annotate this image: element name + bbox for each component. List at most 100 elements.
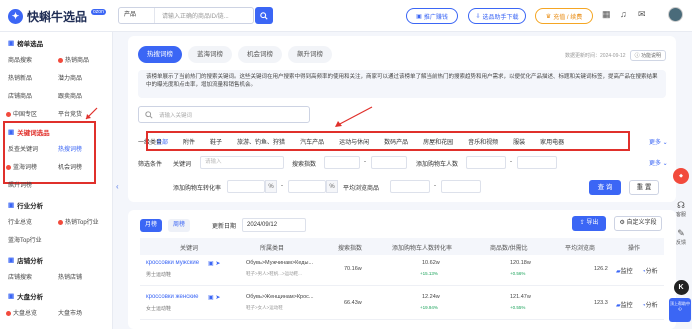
sidebar-item-blue-ocean[interactable]: 蓝海词榜 bbox=[6, 162, 37, 171]
avg-view-max[interactable] bbox=[441, 180, 481, 193]
sidebar-item-hot-keywords[interactable]: 热搜词榜 bbox=[58, 144, 82, 153]
search-button[interactable] bbox=[255, 7, 273, 24]
sidebar-item-follow[interactable]: 跟卖商品 bbox=[58, 91, 82, 100]
sidebar-item-potential[interactable]: 潜力商品 bbox=[58, 73, 82, 82]
category-home[interactable]: 房屋和花园 bbox=[423, 137, 453, 146]
avatar[interactable] bbox=[668, 7, 683, 22]
sidebar-item-market-overview[interactable]: 大盘总览 bbox=[6, 308, 37, 317]
logo[interactable]: ✦ 快蝌牛选品 ozon bbox=[8, 8, 106, 25]
keyword-link[interactable]: кроссовки женские bbox=[146, 294, 199, 300]
keyword-link[interactable]: кроссовки мужские bbox=[146, 260, 199, 266]
more-filters-button[interactable]: 更多 ⌄ bbox=[649, 158, 668, 167]
avg-view-min[interactable] bbox=[390, 180, 430, 193]
search-category-select[interactable]: 产品 bbox=[119, 8, 155, 23]
category-sports[interactable]: 运动与休闲 bbox=[339, 137, 369, 146]
message-icon[interactable]: ✉ bbox=[638, 9, 646, 20]
tab-hot-keywords[interactable]: 热搜词榜 bbox=[138, 46, 182, 63]
export-button[interactable]: ⇪ 导出 bbox=[572, 216, 606, 231]
category-digital[interactable]: 数码产品 bbox=[384, 137, 408, 146]
category-auto[interactable]: 汽车产品 bbox=[300, 137, 324, 146]
sidebar-item-shop-products[interactable]: 店铺商品 bbox=[8, 91, 32, 100]
category-all[interactable]: 全部 bbox=[156, 137, 168, 146]
sidebar-item-industry-overview[interactable]: 行业总览 bbox=[8, 217, 32, 226]
bell-icon[interactable]: ♫ bbox=[620, 9, 627, 19]
promo-float[interactable]: ◆ bbox=[671, 168, 691, 184]
tab-opportunity[interactable]: 机会词榜 bbox=[238, 46, 282, 63]
cart-count-min[interactable] bbox=[466, 156, 506, 169]
promo-label: 推广赚钱 bbox=[423, 14, 448, 21]
sidebar-item-blue-industry[interactable]: 蓝海Top行业 bbox=[8, 235, 42, 244]
sidebar-item-hot-industry[interactable]: 热销Top行业 bbox=[58, 217, 99, 226]
search-index-max[interactable] bbox=[371, 156, 407, 169]
date-picker[interactable]: 2024/09/12 bbox=[242, 218, 306, 232]
sidebar-item-reverse-keyword[interactable]: 反查关键词 bbox=[8, 144, 38, 153]
filter-label: 筛选条件 bbox=[138, 162, 163, 168]
collapse-sidebar-icon[interactable]: ‹ bbox=[116, 182, 119, 191]
update-info: 数据更新时间：2024-09-12 ⓘ 功能说明 bbox=[565, 50, 666, 61]
col-keyword[interactable]: 关键词 bbox=[180, 243, 198, 252]
k-logo[interactable]: K bbox=[671, 280, 691, 295]
sidebar-item-product-search[interactable]: 商品搜索 bbox=[8, 55, 32, 64]
supply-ratio: +0.56% bbox=[510, 271, 526, 276]
category-clothing[interactable]: 服装 bbox=[513, 137, 525, 146]
tab-rising[interactable]: 飙升词榜 bbox=[288, 46, 332, 63]
copy-icon[interactable]: ▣ ➤ bbox=[208, 294, 220, 301]
sidebar-item-hot-shops[interactable]: 热销店铺 bbox=[58, 272, 82, 281]
col-category[interactable]: 所属类目 bbox=[260, 243, 284, 252]
search-index-min[interactable] bbox=[324, 156, 360, 169]
promo-button[interactable]: ▣ 推广赚钱 bbox=[406, 8, 458, 24]
category-music[interactable]: 音乐和视频 bbox=[468, 137, 498, 146]
search-input[interactable]: 请输入正确的商品ID/链... bbox=[155, 11, 229, 20]
recharge-button[interactable]: ♛ 充值 / 续费 bbox=[535, 8, 593, 24]
group-title-keyword[interactable]: ▣ 关键词选品 bbox=[8, 127, 50, 137]
cart-count-max[interactable] bbox=[517, 156, 557, 169]
col-cart-conv[interactable]: 添加购物车人数转化率 bbox=[392, 243, 452, 252]
sidebar-item-platform[interactable]: 平台竞货 bbox=[58, 109, 82, 118]
category-travel[interactable]: 旅游、钓鱼、狩猎 bbox=[237, 137, 285, 146]
global-search[interactable]: 产品 请输入正确的商品ID/链... bbox=[118, 7, 254, 24]
cart-conv-max[interactable] bbox=[288, 180, 326, 193]
sidebar-item-hot-new[interactable]: 热销新品 bbox=[8, 73, 32, 82]
query-button[interactable]: 查 询 bbox=[589, 180, 621, 195]
tab-blue-ocean[interactable]: 蓝海词榜 bbox=[188, 46, 232, 63]
group-title-market[interactable]: ▣ 大盘分析 bbox=[8, 291, 43, 301]
more-categories-button[interactable]: 更多 ⌄ bbox=[649, 137, 668, 146]
copy-icon[interactable]: ▣ ➤ bbox=[208, 260, 220, 267]
group-label: 大盘分析 bbox=[17, 294, 44, 301]
service-button[interactable]: ☊ 客服 bbox=[671, 200, 691, 218]
analyze-button[interactable]: ◔分析 bbox=[642, 266, 658, 275]
help-center-button[interactable]: 顶上帮助中心 bbox=[669, 298, 691, 322]
category-accessories[interactable]: 附件 bbox=[183, 137, 195, 146]
category-shoes[interactable]: 鞋子 bbox=[210, 137, 222, 146]
downloader-button[interactable]: ⇩ 选品助手下载 bbox=[468, 8, 526, 24]
annotation-arrow-icon bbox=[85, 107, 98, 120]
cart-rate: +15.13% bbox=[420, 271, 438, 276]
keyword-filter-input[interactable]: 请输入 bbox=[200, 156, 284, 169]
feedback-button[interactable]: ✎ 反馈 bbox=[671, 228, 691, 246]
cart-value: 12.24w bbox=[422, 294, 440, 300]
col-search-index[interactable]: 搜索指数 bbox=[338, 243, 362, 252]
group-title-ranking[interactable]: ▣ 榜单选品 bbox=[8, 38, 43, 48]
sidebar-item-rising[interactable]: 飙升词榜 bbox=[8, 180, 32, 189]
col-supply-ratio[interactable]: 商品数/供需比 bbox=[490, 243, 528, 252]
monitor-button[interactable]: ▰监控 bbox=[616, 300, 633, 309]
sidebar-item-hot-products[interactable]: 热销商品 bbox=[58, 55, 89, 64]
sidebar-item-opportunity[interactable]: 机会词榜 bbox=[58, 162, 82, 171]
tab-week[interactable]: 周榜 bbox=[168, 219, 190, 232]
group-title-industry[interactable]: ▣ 行业分析 bbox=[8, 200, 43, 210]
reset-button[interactable]: 重 置 bbox=[629, 180, 659, 195]
cart-conv-min[interactable] bbox=[227, 180, 265, 193]
col-avg-view[interactable]: 平均浏览商 bbox=[565, 243, 595, 252]
category-appliances[interactable]: 家用电器 bbox=[540, 137, 564, 146]
help-button[interactable]: ⓘ 功能说明 bbox=[629, 50, 666, 61]
sidebar-item-shop-search[interactable]: 店铺搜索 bbox=[8, 272, 32, 281]
monitor-button[interactable]: ▰监控 bbox=[616, 266, 633, 275]
sidebar-item-china[interactable]: 中国专区 bbox=[6, 109, 37, 118]
sidebar-item-market[interactable]: 大盘市场 bbox=[58, 308, 82, 317]
custom-fields-button[interactable]: ⚙ 自定义字段 bbox=[614, 216, 662, 231]
tab-month[interactable]: 月榜 bbox=[140, 219, 162, 232]
calendar-icon[interactable]: ▦ bbox=[602, 9, 611, 20]
keyword-search-input[interactable]: 请输入关键词 bbox=[138, 106, 310, 123]
group-title-shop[interactable]: ▣ 店铺分析 bbox=[8, 255, 43, 265]
analyze-button[interactable]: ◔分析 bbox=[642, 300, 658, 309]
